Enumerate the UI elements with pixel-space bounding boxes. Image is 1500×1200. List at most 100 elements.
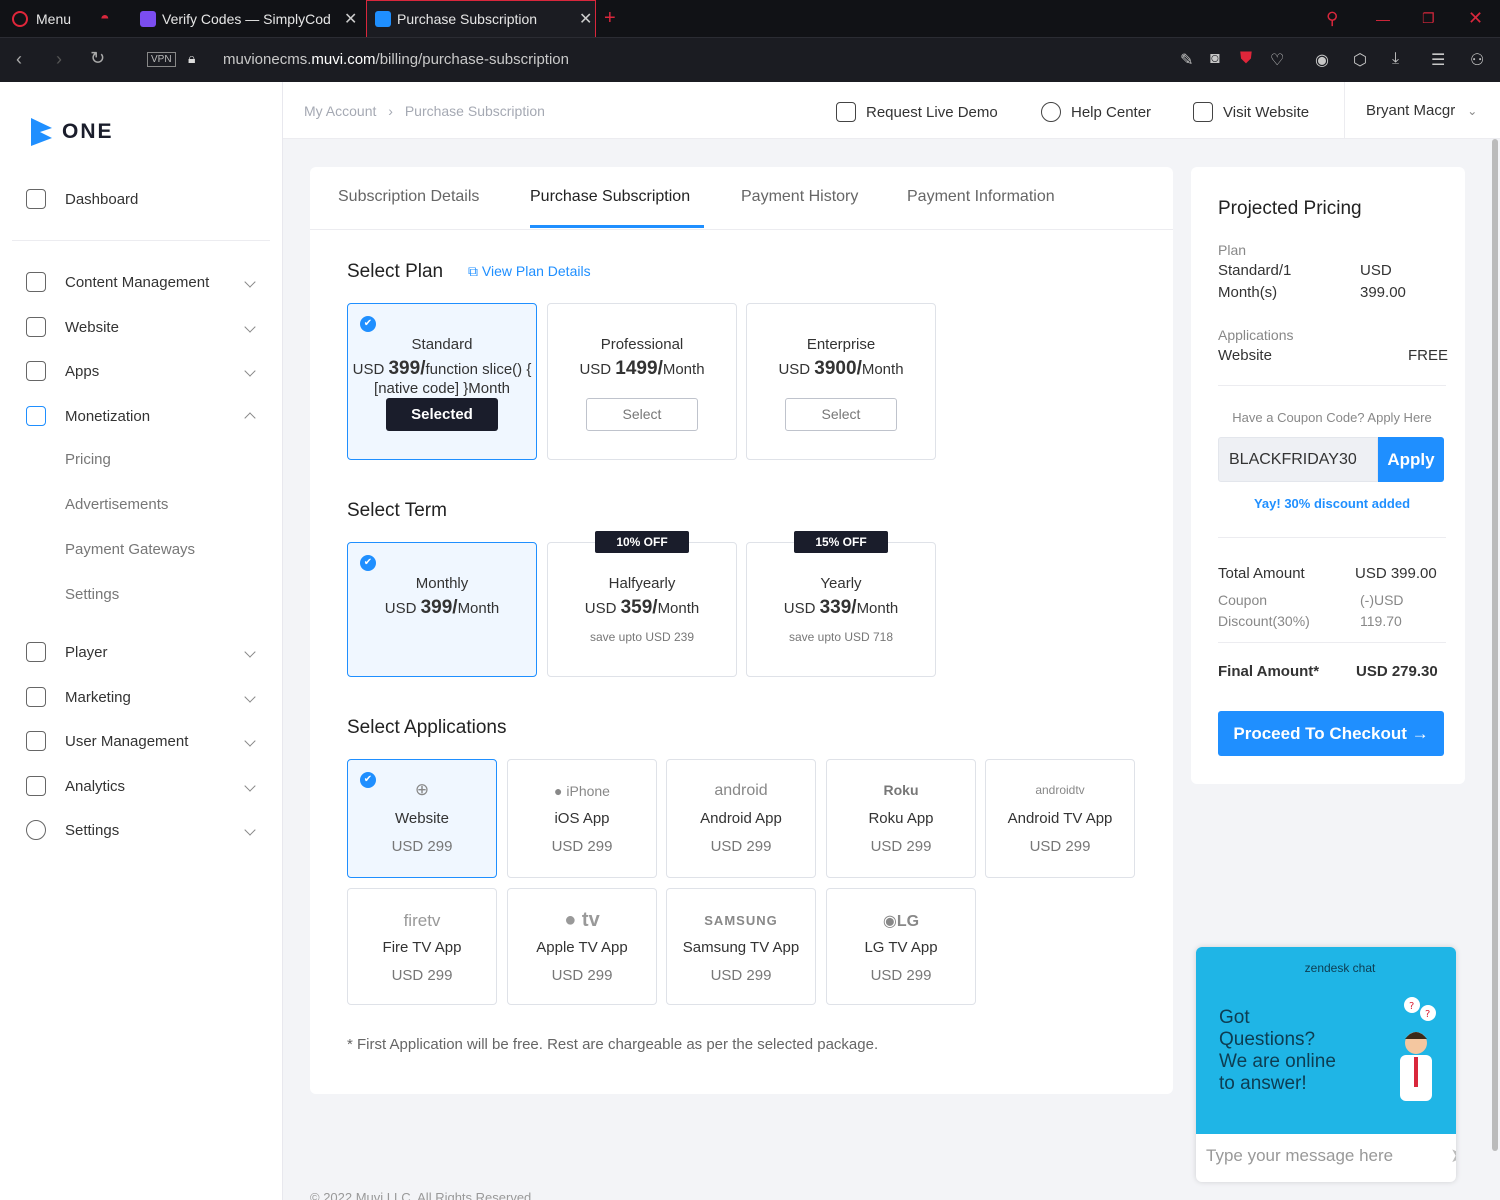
divider: [1218, 537, 1446, 538]
breadcrumb-my-account[interactable]: My Account: [304, 103, 376, 119]
visit-website-link[interactable]: Visit Website: [1193, 102, 1309, 122]
lg-logo-icon: ◉LG: [882, 913, 920, 930]
sidebar-item-monetization[interactable]: Monetization: [0, 396, 283, 436]
term-card-monthly[interactable]: ✔ Monthly USD 399/Month: [347, 542, 537, 677]
camera-icon[interactable]: ◙: [1210, 50, 1220, 68]
active-tab-indicator: [530, 225, 704, 228]
extension-icon[interactable]: ◉: [1315, 50, 1329, 70]
app-card-apple-tv[interactable]: ● tv Apple TV App USD 299: [507, 888, 657, 1005]
logo[interactable]: ONE: [28, 116, 114, 148]
app-card-website[interactable]: ✔ ⊕ Website USD 299: [347, 759, 497, 878]
vpn-badge[interactable]: VPN: [147, 52, 176, 67]
close-window-icon[interactable]: ✕: [1468, 0, 1483, 37]
app-card-android-tv[interactable]: androidtv Android TV App USD 299: [985, 759, 1135, 878]
applications-label: Applications: [1218, 327, 1294, 343]
easy-setup-icon[interactable]: ☰: [1431, 50, 1445, 70]
sidebar-item-analytics[interactable]: Analytics: [0, 766, 283, 806]
sidebar-item-marketing[interactable]: Marketing: [0, 677, 283, 717]
app-card-lg-tv[interactable]: ◉LG LG TV App USD 299: [826, 888, 976, 1005]
sidebar-item-player[interactable]: Player: [0, 632, 283, 672]
close-tab-icon[interactable]: ✕: [579, 9, 592, 29]
tab-purchase-subscription[interactable]: Purchase Subscription: [530, 188, 690, 206]
sidebar-subitem-advertisements[interactable]: Advertisements: [65, 496, 168, 513]
app-card-ios[interactable]: ● iPhone iOS App USD 299: [507, 759, 657, 878]
minimize-icon[interactable]: —: [1376, 0, 1390, 37]
help-icon: [1041, 102, 1061, 122]
browser-menu-label: Menu: [36, 10, 72, 27]
sidebar-item-website[interactable]: Website: [0, 307, 283, 347]
send-icon[interactable]: ➤: [1450, 1143, 1456, 1168]
browser-tab-verify[interactable]: Verify Codes — SimplyCod ✕: [140, 0, 360, 37]
app-price: USD 299: [1029, 838, 1091, 855]
page-scrollbar[interactable]: [1492, 139, 1498, 1151]
term-card-halfyearly[interactable]: 10% OFF Halfyearly USD 359/Month save up…: [547, 531, 737, 677]
plan-card-standard[interactable]: ✔ Standard USD 399/function slice() { [n…: [347, 303, 537, 460]
heart-icon[interactable]: ♡: [1270, 50, 1284, 70]
request-live-demo-link[interactable]: Request Live Demo: [836, 102, 998, 122]
view-plan-details-link[interactable]: ⧉ View Plan Details: [468, 263, 591, 280]
sidebar-item-settings[interactable]: Settings: [0, 810, 283, 850]
sidebar-subitem-payment-gateways[interactable]: Payment Gateways: [65, 541, 195, 558]
coupon-success-message: Yay! 30% discount added: [1253, 496, 1411, 511]
edit-icon[interactable]: ✎: [1180, 50, 1193, 70]
close-tab-icon[interactable]: ✕: [344, 9, 357, 29]
gamepad-icon[interactable]: ◓: [100, 0, 110, 37]
coupon-input[interactable]: BLACKFRIDAY30: [1218, 437, 1378, 482]
trend-icon: [26, 776, 46, 796]
app-name: Samsung TV App: [682, 939, 800, 956]
tab-subscription-details[interactable]: Subscription Details: [338, 188, 479, 206]
app-price: USD 299: [391, 967, 453, 984]
sidebar-subitem-pricing[interactable]: Pricing: [65, 451, 111, 468]
new-tab-icon[interactable]: +: [604, 0, 616, 37]
term-price: USD 359/Month: [584, 597, 700, 618]
plan-select-button[interactable]: Select: [785, 398, 897, 431]
shield-icon[interactable]: ⛊: [1240, 50, 1252, 68]
tab-payment-history[interactable]: Payment History: [741, 188, 858, 206]
muvi-logo-icon: [31, 118, 52, 146]
tab-payment-information[interactable]: Payment Information: [907, 188, 1055, 206]
pricing-title: Projected Pricing: [1218, 198, 1362, 219]
apply-coupon-button[interactable]: Apply: [1378, 437, 1444, 482]
help-center-link[interactable]: Help Center: [1041, 102, 1151, 122]
calendar-icon: [836, 102, 856, 122]
search-icon[interactable]: ⚲: [1326, 0, 1338, 37]
monitor-icon: [26, 317, 46, 337]
browser-tab-purchase[interactable]: Purchase Subscription ✕: [366, 0, 596, 37]
term-card-yearly[interactable]: 15% OFF Yearly USD 339/Month save upto U…: [746, 531, 936, 677]
document-icon: [26, 272, 46, 292]
discount-value: (-)USD 119.70: [1360, 592, 1404, 629]
sidebar-item-dashboard[interactable]: Dashboard: [0, 179, 283, 219]
maximize-icon[interactable]: ❐: [1422, 0, 1435, 37]
browser-menu-button[interactable]: Menu: [12, 0, 71, 37]
app-card-fire-tv[interactable]: firetv Fire TV App USD 299: [347, 888, 497, 1005]
chat-message-input[interactable]: Type your message here: [1206, 1146, 1393, 1166]
plan-card-professional[interactable]: Professional USD 1499/Month Select: [547, 303, 737, 460]
reload-icon[interactable]: ↻: [90, 48, 105, 69]
sidebar-subitem-settings[interactable]: Settings: [65, 586, 119, 603]
app-name: Android App: [700, 810, 782, 827]
sidebar-item-apps[interactable]: Apps: [0, 351, 283, 391]
user-menu[interactable]: Bryant Macgr ⌄: [1366, 102, 1477, 119]
profile-icon[interactable]: ⚇: [1470, 50, 1484, 70]
app-price: USD 299: [710, 967, 772, 984]
app-card-samsung-tv[interactable]: SAMSUNG Samsung TV App USD 299: [666, 888, 816, 1005]
browser-tab-bar: Menu ◓ Verify Codes — SimplyCod ✕ Purcha…: [0, 0, 1500, 37]
purchase-card: Subscription Details Purchase Subscripti…: [310, 167, 1173, 1094]
download-icon[interactable]: ⤓: [1392, 50, 1399, 68]
plan-card-enterprise[interactable]: Enterprise USD 3900/Month Select: [746, 303, 936, 460]
appletv-logo-icon: ● tv: [564, 909, 600, 931]
chevron-down-icon: [244, 276, 256, 288]
plan-select-button[interactable]: Select: [586, 398, 698, 431]
cube-icon[interactable]: ⬡: [1353, 50, 1367, 70]
sidebar-item-user-management[interactable]: User Management: [0, 721, 283, 761]
url-field[interactable]: muvionecms.muvi.com/billing/purchase-sub…: [223, 51, 569, 68]
app-card-roku[interactable]: Roku Roku App USD 299: [826, 759, 976, 878]
plan-selected-button[interactable]: Selected: [386, 398, 498, 431]
forward-icon[interactable]: ›: [56, 49, 62, 70]
back-icon[interactable]: ‹: [16, 49, 22, 70]
app-card-android[interactable]: android Android App USD 299: [666, 759, 816, 878]
sidebar-item-content-management[interactable]: Content Management: [0, 262, 283, 302]
chevron-right-icon: ›: [388, 103, 393, 119]
samsung-logo-icon: SAMSUNG: [704, 913, 778, 928]
proceed-to-checkout-button[interactable]: Proceed To Checkout →: [1218, 711, 1444, 756]
